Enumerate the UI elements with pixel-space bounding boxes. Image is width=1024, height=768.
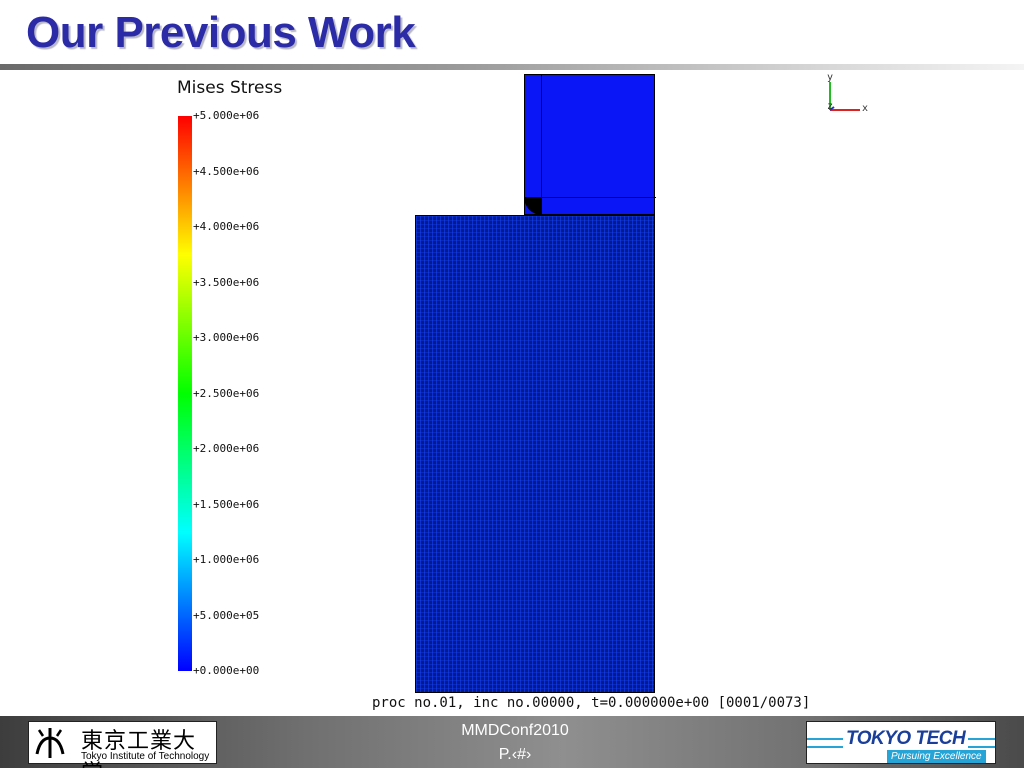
legend-tick: +0.000e+00: [193, 664, 260, 677]
slide-title: Our Previous Work: [26, 8, 416, 57]
slide-footer: 東京工業大学 Tokyo Institute of Technology MMD…: [0, 716, 1024, 768]
legend-tick: +4.500e+06: [193, 164, 260, 178]
tool-edge-line: [541, 75, 542, 214]
legend-tick: +5.000e+05: [193, 608, 260, 622]
legend-tick: +3.000e+06: [193, 331, 260, 344]
title-divider: [0, 64, 1024, 70]
brand-tagline: Pursuing Excellence: [887, 750, 986, 763]
axis-triad: y z x: [826, 72, 876, 114]
simulation-status-line: proc no.01, inc no.00000, t=0.000000e+00…: [372, 695, 811, 711]
axis-y-label: y: [827, 72, 834, 83]
brand-name: TOKYO TECH: [843, 728, 969, 750]
axis-x-label: x: [862, 103, 869, 114]
legend-tick: +1.000e+06: [193, 553, 260, 566]
simulation-viewport: Mises Stress +5.000e+06 +4.500e+06 +4.00…: [170, 72, 890, 716]
axis-z-label: z: [827, 101, 834, 112]
tool-nose: [524, 197, 542, 215]
cutting-tool: [524, 74, 656, 215]
tool-edge-line: [541, 197, 656, 198]
conference-label: MMDConf2010: [461, 722, 569, 739]
page-number: P.‹#›: [498, 746, 532, 763]
tokyo-tech-university-logo: 東京工業大学 Tokyo Institute of Technology: [28, 721, 217, 768]
legend-tick: +1.500e+06: [193, 497, 260, 511]
legend-tick: +4.000e+06: [193, 220, 260, 233]
axis-triad-icon: [829, 82, 860, 111]
workpiece-mesh: [415, 215, 655, 693]
legend-tick: +3.500e+06: [193, 275, 260, 289]
legend-tick: +2.000e+06: [193, 442, 260, 455]
legend-tick: +2.500e+06: [193, 386, 260, 400]
university-emblem-icon: [33, 726, 67, 760]
legend-title: Mises Stress: [177, 78, 283, 98]
legend-tick: +5.000e+06: [193, 109, 260, 122]
logo-english-name: Tokyo Institute of Technology: [81, 751, 210, 762]
stress-colorbar: [178, 116, 192, 671]
tokyo-tech-brand-logo: TOKYO TECH Pursuing Excellence: [806, 721, 996, 764]
